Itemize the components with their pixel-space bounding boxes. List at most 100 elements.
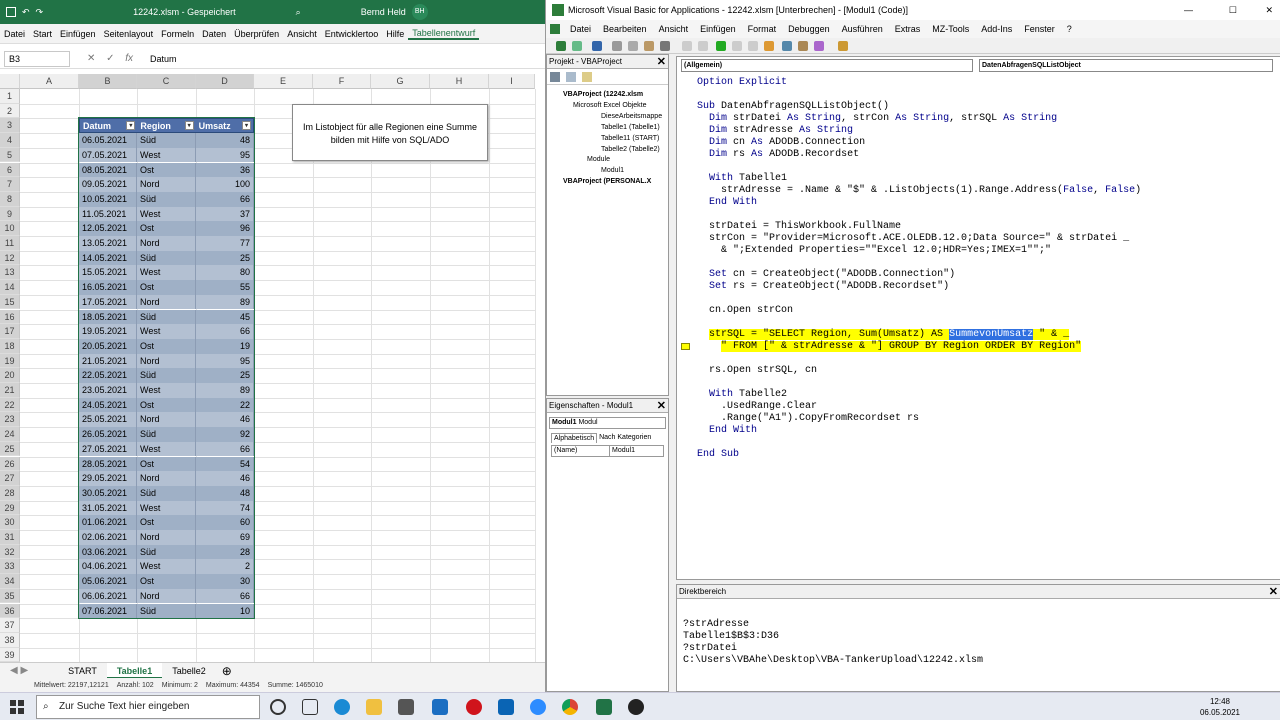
menu-ansicht[interactable]: Ansicht bbox=[283, 29, 321, 39]
table-cell[interactable]: 74 bbox=[196, 500, 254, 516]
row-header[interactable]: 10 bbox=[0, 221, 20, 236]
table-cell[interactable]: Nord bbox=[137, 236, 196, 251]
table-cell[interactable]: 03.06.2021 bbox=[79, 544, 137, 560]
table-cell[interactable]: West bbox=[137, 383, 196, 398]
table-cell[interactable]: 06.05.2021 bbox=[79, 133, 137, 148]
break-icon[interactable] bbox=[732, 41, 742, 51]
store-icon[interactable] bbox=[398, 699, 414, 715]
table-cell[interactable]: 21.05.2021 bbox=[79, 353, 137, 369]
tree-tabelle1[interactable]: Tabelle1 (Tabelle1) bbox=[601, 124, 660, 131]
table-cell[interactable]: Süd bbox=[137, 544, 196, 560]
row-header[interactable]: 1 bbox=[0, 89, 20, 104]
table-cell[interactable]: 13.05.2021 bbox=[79, 236, 137, 251]
table-cell[interactable]: 15.05.2021 bbox=[79, 265, 137, 281]
table-cell[interactable]: 28.05.2021 bbox=[79, 456, 137, 472]
properties-icon[interactable] bbox=[798, 41, 808, 51]
table-cell[interactable]: 10.05.2021 bbox=[79, 191, 137, 207]
table-cell[interactable]: Nord bbox=[137, 412, 196, 428]
table-cell[interactable]: Ost bbox=[137, 162, 196, 178]
undo-icon[interactable] bbox=[682, 41, 692, 51]
table-cell[interactable]: Nord bbox=[137, 588, 196, 604]
tree-excel-objects[interactable]: Microsoft Excel Objekte bbox=[573, 102, 647, 109]
table-cell[interactable]: 54 bbox=[196, 456, 254, 472]
menu-formeln[interactable]: Formeln bbox=[157, 29, 198, 39]
table-cell[interactable]: Süd bbox=[137, 427, 196, 442]
save-icon[interactable] bbox=[592, 41, 602, 51]
menu-seitenlayout[interactable]: Seitenlayout bbox=[100, 29, 158, 39]
view-code-icon[interactable] bbox=[550, 72, 560, 82]
menu-einfuegen[interactable]: Einfügen bbox=[56, 29, 100, 39]
table-cell[interactable]: 96 bbox=[196, 221, 254, 236]
row-header[interactable]: 8 bbox=[0, 191, 20, 207]
textbox-shape[interactable]: Im Listobject für alle Regionen eine Sum… bbox=[292, 104, 488, 161]
close-icon[interactable]: ✕ bbox=[657, 399, 666, 413]
table-cell[interactable]: 11.05.2021 bbox=[79, 206, 137, 222]
vba-menu-format[interactable]: Format bbox=[742, 24, 783, 34]
table-cell[interactable]: Süd bbox=[137, 485, 196, 501]
table-cell[interactable]: 22 bbox=[196, 397, 254, 413]
column-header-I[interactable]: I bbox=[489, 74, 535, 89]
table-cell[interactable]: 69 bbox=[196, 530, 254, 545]
table-cell[interactable]: 30.05.2021 bbox=[79, 485, 137, 501]
table-cell[interactable]: 14.05.2021 bbox=[79, 250, 137, 266]
table-cell[interactable]: 07.06.2021 bbox=[79, 603, 137, 619]
name-box[interactable]: B3 bbox=[4, 50, 70, 67]
opera-icon[interactable] bbox=[466, 699, 482, 715]
table-cell[interactable]: Süd bbox=[137, 250, 196, 266]
row-header[interactable]: 13 bbox=[0, 265, 20, 281]
vba-menu-addins[interactable]: Add-Ins bbox=[975, 24, 1018, 34]
project-explorer-icon[interactable] bbox=[782, 41, 792, 51]
column-header-C[interactable]: C bbox=[137, 74, 196, 89]
table-cell[interactable]: 66 bbox=[196, 441, 254, 457]
table-cell[interactable]: 89 bbox=[196, 294, 254, 310]
table-cell[interactable]: 77 bbox=[196, 236, 254, 251]
table-cell[interactable]: 48 bbox=[196, 133, 254, 148]
tree-tabelle2[interactable]: Tabelle2 (Tabelle2) bbox=[601, 146, 660, 153]
tab-alphabetisch[interactable]: Alphabetisch bbox=[551, 433, 598, 443]
row-header[interactable]: 20 bbox=[0, 368, 20, 383]
avatar[interactable]: BH bbox=[411, 4, 428, 20]
table-cell[interactable]: 36 bbox=[196, 162, 254, 178]
table-cell[interactable]: Nord bbox=[137, 530, 196, 545]
close-icon[interactable]: ✕ bbox=[1269, 585, 1278, 599]
table-cell[interactable]: 26.05.2021 bbox=[79, 427, 137, 442]
vba-menu-bearbeiten[interactable]: Bearbeiten bbox=[597, 24, 653, 34]
undo-icon[interactable]: ↶ bbox=[22, 7, 30, 18]
obs-icon[interactable] bbox=[628, 699, 644, 715]
view-excel-icon[interactable] bbox=[556, 41, 566, 51]
table-cell[interactable]: West bbox=[137, 206, 196, 222]
column-header-E[interactable]: E bbox=[254, 74, 313, 89]
table-cell[interactable]: 20.05.2021 bbox=[79, 338, 137, 354]
fx-icon[interactable]: fx bbox=[125, 53, 133, 64]
table-cell[interactable]: Ost bbox=[137, 280, 196, 295]
table-cell[interactable]: 48 bbox=[196, 485, 254, 501]
select-all-corner[interactable] bbox=[0, 74, 20, 89]
table-cell[interactable]: 24.05.2021 bbox=[79, 397, 137, 413]
tree-personal[interactable]: VBAProject (PERSONAL.X bbox=[563, 178, 651, 185]
table-cell[interactable]: 07.05.2021 bbox=[79, 147, 137, 163]
table-cell[interactable]: 27.05.2021 bbox=[79, 441, 137, 457]
outlook-icon[interactable] bbox=[498, 699, 514, 715]
column-header-D[interactable]: D bbox=[196, 74, 254, 89]
table-cell[interactable]: 60 bbox=[196, 515, 254, 530]
table-cell[interactable]: 80 bbox=[196, 265, 254, 281]
table-cell[interactable]: 02.06.2021 bbox=[79, 530, 137, 545]
table-header-cell[interactable]: Umsatz ▾ bbox=[196, 119, 253, 132]
row-header[interactable]: 12 bbox=[0, 250, 20, 266]
row-header[interactable]: 39 bbox=[0, 647, 20, 663]
tree-diesearbeitsmappe[interactable]: DieseArbeitsmappe bbox=[601, 113, 662, 120]
immediate-text[interactable]: ?strAdresse Tabelle1$B$3:D36 ?strDatei C:\U… bbox=[683, 607, 983, 667]
table-cell[interactable]: 25 bbox=[196, 368, 254, 383]
row-header[interactable]: 3 bbox=[0, 118, 20, 134]
table-cell[interactable]: 19.05.2021 bbox=[79, 324, 137, 339]
zoom-icon[interactable] bbox=[530, 699, 546, 715]
table-cell[interactable]: 25 bbox=[196, 250, 254, 266]
table-cell[interactable]: 46 bbox=[196, 471, 254, 486]
tree-modul1[interactable]: Modul1 bbox=[601, 167, 624, 174]
vba-menu-datei[interactable]: Datei bbox=[564, 24, 597, 34]
row-header[interactable]: 2 bbox=[0, 103, 20, 119]
table-cell[interactable]: Süd bbox=[137, 191, 196, 207]
code-editor[interactable]: Option Explicit Sub DatenAbfragenSQLList… bbox=[697, 77, 1141, 461]
row-header[interactable]: 31 bbox=[0, 530, 20, 545]
table-cell[interactable]: Ost bbox=[137, 574, 196, 589]
